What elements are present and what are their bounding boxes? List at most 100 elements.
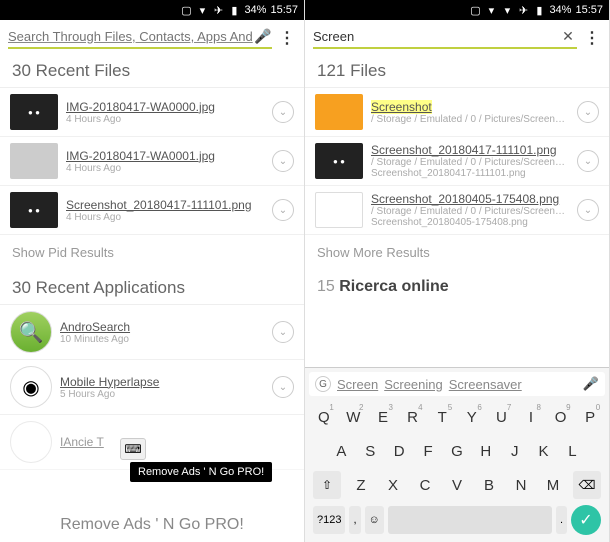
key-Q[interactable]: Q1 xyxy=(312,403,336,431)
key-X[interactable]: X xyxy=(381,471,405,499)
suggestion-bar[interactable]: G Screen Screening Screensaver 🎤 xyxy=(309,372,605,396)
file-thumb: ● ● xyxy=(10,192,58,228)
keyboard-icon[interactable]: ⌨ xyxy=(120,438,146,460)
comma-key[interactable]: , xyxy=(349,506,360,534)
file-name: Screenshot xyxy=(371,100,569,114)
overflow-menu-icon[interactable]: ⋮ xyxy=(278,28,296,48)
key-D[interactable]: D xyxy=(387,437,411,465)
app-icon: 🔍 xyxy=(10,311,52,353)
key-Z[interactable]: Z xyxy=(349,471,373,499)
key-T[interactable]: T5 xyxy=(430,403,454,431)
suggestion[interactable]: Screensaver xyxy=(449,377,522,392)
backspace-key[interactable]: ⌫ xyxy=(573,471,601,499)
key-J[interactable]: J xyxy=(503,437,527,465)
shift-key[interactable]: ⇧ xyxy=(313,471,341,499)
overflow-menu-icon[interactable]: ⋮ xyxy=(583,28,601,48)
key-M[interactable]: M xyxy=(541,471,565,499)
search-box[interactable]: ✕ xyxy=(313,26,577,49)
app-icon xyxy=(10,421,52,463)
key-B[interactable]: B xyxy=(477,471,501,499)
key-S[interactable]: S xyxy=(358,437,382,465)
key-O[interactable]: O9 xyxy=(549,403,573,431)
key-C[interactable]: C xyxy=(413,471,437,499)
key-F[interactable]: F xyxy=(416,437,440,465)
key-P[interactable]: P0 xyxy=(578,403,602,431)
search-box[interactable]: 🎤 xyxy=(8,26,272,49)
key-U[interactable]: U7 xyxy=(489,403,513,431)
chevron-down-icon[interactable]: ⌄ xyxy=(577,101,599,123)
symbols-key[interactable]: ?123 xyxy=(313,506,345,534)
key-A[interactable]: A xyxy=(329,437,353,465)
key-N[interactable]: N xyxy=(509,471,533,499)
file-meta: 4 Hours Ago xyxy=(66,163,264,174)
screenshot-icon: ▢ xyxy=(469,4,481,16)
chevron-down-icon[interactable]: ⌄ xyxy=(272,101,294,123)
show-pid-results[interactable]: Show Pid Results xyxy=(0,235,304,270)
clear-icon[interactable]: ✕ xyxy=(559,28,577,45)
key-H[interactable]: H xyxy=(474,437,498,465)
clock: 15:57 xyxy=(270,4,298,16)
online-search-header: 15 Ricerca online xyxy=(305,270,609,300)
app-name: Mobile Hyperlapse xyxy=(60,375,264,389)
wifi-icon: ▾ xyxy=(501,4,513,16)
google-icon[interactable]: G xyxy=(315,376,331,392)
key-Y[interactable]: Y6 xyxy=(460,403,484,431)
show-more-results[interactable]: Show More Results xyxy=(305,235,609,270)
file-meta: 4 Hours Ago xyxy=(66,114,264,125)
vibrate-icon: ▾ xyxy=(485,4,497,16)
key-V[interactable]: V xyxy=(445,471,469,499)
chevron-down-icon[interactable]: ⌄ xyxy=(577,199,599,221)
file-path2: Screenshot_20180405-175408.png xyxy=(371,217,569,228)
period-key[interactable]: . xyxy=(556,506,567,534)
status-bar: ▢ ▾ ▾ ✈ ▮ 34% 15:57 xyxy=(305,0,609,20)
space-key[interactable] xyxy=(388,506,552,534)
file-row[interactable]: ● ● Screenshot_20180417-111101.png / Sto… xyxy=(305,137,609,186)
keyboard-row-3: ⇧ ZXCVBNM ⌫ xyxy=(309,468,605,502)
file-path2: Screenshot_20180417-111101.png xyxy=(371,168,569,179)
file-thumb: ● ● xyxy=(10,94,58,130)
key-I[interactable]: I8 xyxy=(519,403,543,431)
airplane-icon: ✈ xyxy=(517,4,529,16)
battery-icon: ▮ xyxy=(228,4,240,16)
promo-banner[interactable]: Remove Ads ' N Go PRO! xyxy=(0,516,304,534)
suggestion[interactable]: Screening xyxy=(384,377,443,392)
file-row[interactable]: ● ● Screenshot_20180417-111101.png 4 Hou… xyxy=(0,186,304,235)
chevron-down-icon[interactable]: ⌄ xyxy=(272,199,294,221)
key-G[interactable]: G xyxy=(445,437,469,465)
search-input[interactable] xyxy=(8,29,254,44)
recent-files-header: 30 Recent Files xyxy=(0,53,304,88)
key-E[interactable]: E3 xyxy=(371,403,395,431)
key-W[interactable]: W2 xyxy=(341,403,365,431)
mic-icon[interactable]: 🎤 xyxy=(583,376,599,392)
keyboard[interactable]: G Screen Screening Screensaver 🎤 Q1W2E3R… xyxy=(305,367,609,542)
emoji-key[interactable]: ☺ xyxy=(365,506,384,534)
chevron-down-icon[interactable]: ⌄ xyxy=(272,376,294,398)
app-meta: 10 Minutes Ago xyxy=(60,334,264,345)
key-K[interactable]: K xyxy=(532,437,556,465)
chevron-down-icon[interactable]: ⌄ xyxy=(272,150,294,172)
key-R[interactable]: R4 xyxy=(401,403,425,431)
wifi-icon: ▾ xyxy=(196,4,208,16)
app-icon: ◉ xyxy=(10,366,52,408)
vibrate-icon: ▢ xyxy=(180,4,192,16)
mic-icon[interactable]: 🎤 xyxy=(254,28,272,45)
file-name: Screenshot_20180417-111101.png xyxy=(371,143,569,157)
chevron-down-icon[interactable]: ⌄ xyxy=(577,150,599,172)
file-row[interactable]: Screenshot_20180405-175408.png / Storage… xyxy=(305,186,609,235)
search-input[interactable] xyxy=(313,29,559,44)
file-thumb xyxy=(10,143,58,179)
status-bar: ▢ ▾ ✈ ▮ 34% 15:57 xyxy=(0,0,304,20)
battery-percent: 34% xyxy=(549,4,571,16)
suggestion[interactable]: Screen xyxy=(337,377,378,392)
chevron-down-icon[interactable]: ⌄ xyxy=(272,321,294,343)
battery-percent: 34% xyxy=(244,4,266,16)
keyboard-row-4: ?123 , ☺ . ✓ xyxy=(309,502,605,538)
enter-key[interactable]: ✓ xyxy=(571,505,601,535)
file-row[interactable]: Screenshot / Storage / Emulated / 0 / Pi… xyxy=(305,88,609,137)
file-row[interactable]: ● ● IMG-20180417-WA0000.jpg 4 Hours Ago … xyxy=(0,88,304,137)
app-row[interactable]: 🔍 AndroSearch 10 Minutes Ago ⌄ xyxy=(0,305,304,360)
key-L[interactable]: L xyxy=(560,437,584,465)
app-row[interactable]: ◉ Mobile Hyperlapse 5 Hours Ago ⌄ xyxy=(0,360,304,415)
file-row[interactable]: IMG-20180417-WA0001.jpg 4 Hours Ago ⌄ xyxy=(0,137,304,186)
file-path: / Storage / Emulated / 0 / Pictures/Scre… xyxy=(371,157,569,168)
